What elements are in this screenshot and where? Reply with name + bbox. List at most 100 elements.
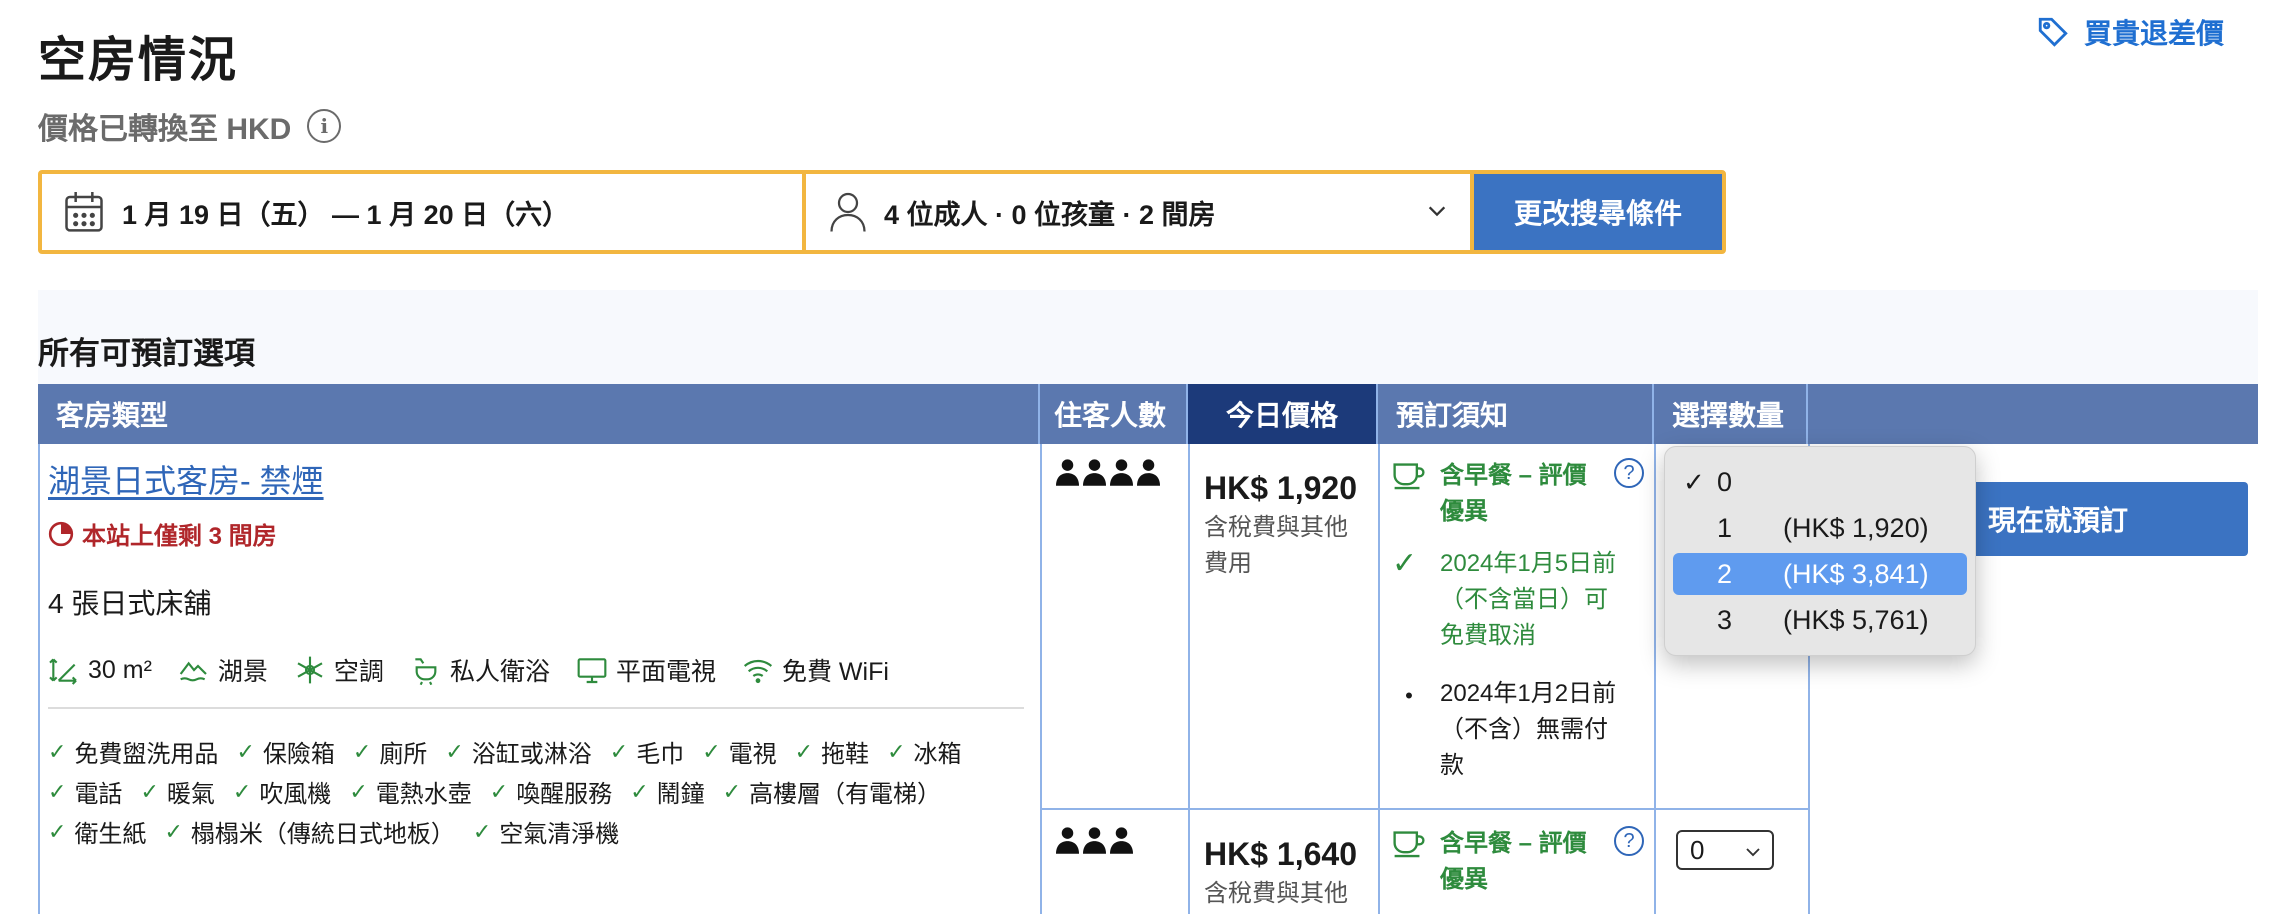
section-background bbox=[38, 290, 2258, 384]
price-match-link[interactable]: 買貴退差價 bbox=[2036, 12, 2224, 52]
facility-item: ✓ 鬧鐘 bbox=[630, 778, 705, 809]
option-price: HK$ 1,640 bbox=[1204, 836, 1357, 872]
amenity-lake-view: 湖景 bbox=[178, 652, 268, 688]
date-range-text: 1 月 19 日（五） — 1 月 20 日（六） bbox=[122, 199, 570, 230]
guest-count-3 bbox=[1056, 826, 1133, 854]
check-icon: ✓ bbox=[609, 738, 629, 764]
check-icon: ✓ bbox=[887, 738, 906, 764]
facility-row: ✓ 衛生紙 ✓ 榻榻米（傳統日式地板） ✓ 空氣清淨機 bbox=[48, 814, 619, 849]
check-icon: ✓ bbox=[1392, 547, 1418, 580]
option-price-note: 含稅費與其他費用 bbox=[1204, 514, 1348, 577]
facility-item: ✓ 冰箱 bbox=[887, 738, 962, 769]
search-bar: 1 月 19 日（五） — 1 月 20 日（六） 4 位成人 · 0 位孩童 … bbox=[38, 170, 1726, 254]
amenity-air-conditioning: 空調 bbox=[294, 652, 384, 688]
column-header-room-type: 客房類型 bbox=[38, 384, 1040, 444]
amenity-room-size: 30 m² bbox=[48, 654, 152, 686]
facility-row: ✓ 免費盥洗用品 ✓ 保險箱 ✓ 廁所 ✓ 浴缸或淋浴 ✓ 毛巾 ✓ 電視 ✓ 拖鞋 ✓ 冰箱 bbox=[48, 734, 962, 769]
check-icon: ✓ bbox=[164, 818, 183, 844]
change-search-button[interactable]: 更改搜尋條件 bbox=[1474, 174, 1722, 250]
table-border bbox=[38, 444, 40, 914]
check-icon: ✓ bbox=[352, 738, 372, 764]
tag-icon bbox=[2038, 17, 2068, 47]
breakfast-note: 含早餐 – 評價優異 bbox=[1392, 826, 1642, 898]
table-border bbox=[1040, 444, 1042, 914]
option-price: HK$ 1,920 bbox=[1204, 470, 1357, 506]
help-icon[interactable]: ? bbox=[1614, 458, 1644, 488]
currency-note: 價格已轉換至 HKD i bbox=[38, 104, 342, 148]
currency-note-text: 價格已轉換至 HKD bbox=[38, 113, 292, 146]
table-border bbox=[1378, 444, 1380, 914]
room-size-icon bbox=[49, 658, 77, 685]
check-icon: ✓ bbox=[794, 738, 814, 764]
air-conditioning-icon bbox=[297, 656, 323, 684]
facility-item: ✓ 免費盥洗用品 bbox=[48, 738, 219, 769]
cancellation-note: ✓ 2024年1月5日前（不含當日）可免費取消 bbox=[1392, 547, 1617, 650]
facility-item: ✓ 浴缸或淋浴 bbox=[445, 738, 592, 769]
amenity-flat-tv: 平面電視 bbox=[576, 652, 716, 688]
room-name-link[interactable]: 湖景日式客房- 禁煙 bbox=[48, 456, 324, 502]
check-icon: ✓ bbox=[472, 818, 492, 844]
person-icon bbox=[1056, 459, 1079, 486]
facility-item: ✓ 喚醒服務 bbox=[489, 778, 613, 809]
facility-item: ✓ 電熱水壺 bbox=[349, 778, 472, 809]
quantity-option-3[interactable]: 3 (HK$ 5,761) bbox=[1673, 599, 1967, 641]
facility-row: ✓ 電話 ✓ 暖氣 ✓ 吹風機 ✓ 電熱水壺 ✓ 喚醒服務 ✓ 鬧鐘 ✓ 高樓層（有電梯） bbox=[48, 774, 941, 809]
amenity-wifi: 免費 WiFi bbox=[742, 652, 889, 688]
breakfast-note: 含早餐 – 評價優異 bbox=[1392, 458, 1642, 530]
check-icon: ✓ bbox=[140, 778, 159, 804]
chevron-down-icon bbox=[1746, 848, 1760, 857]
person-icon bbox=[1137, 459, 1160, 486]
person-icon bbox=[830, 192, 866, 232]
bullet-icon: • bbox=[1405, 683, 1413, 708]
payment-note: • 2024年1月2日前（不含）無需付款 bbox=[1392, 676, 1642, 784]
check-icon: ✓ bbox=[48, 778, 67, 804]
amenity-list: 30 m² 湖景 空調 私人衛浴 平面電視 免費 WiFi bbox=[48, 652, 889, 688]
person-icon bbox=[1083, 459, 1106, 486]
option-price-note: 含稅費與其他 bbox=[1204, 880, 1348, 907]
facility-item: ✓ 廁所 bbox=[352, 738, 428, 769]
scarcity-text: 本站上僅剩 3 間房 bbox=[82, 523, 277, 550]
facility-item: ✓ 電視 bbox=[702, 738, 777, 769]
check-icon: ✓ bbox=[349, 778, 368, 804]
quantity-option-1[interactable]: 1 (HK$ 1,920) bbox=[1673, 507, 1967, 549]
check-icon: ✓ bbox=[48, 818, 67, 844]
coffee-cup-icon bbox=[1393, 831, 1425, 858]
column-header-notes: 預訂須知 bbox=[1378, 384, 1654, 444]
row-divider bbox=[1040, 808, 1808, 810]
wifi-icon bbox=[743, 659, 772, 684]
check-icon: ✓ bbox=[236, 738, 255, 764]
calendar-icon bbox=[65, 192, 103, 232]
facility-item: ✓ 衛生紙 bbox=[48, 818, 147, 849]
check-icon: ✓ bbox=[489, 778, 509, 804]
amenity-divider bbox=[48, 707, 1024, 709]
facility-item: ✓ 榻榻米（傳統日式地板） bbox=[164, 818, 455, 849]
quantity-select[interactable]: 0 bbox=[1676, 830, 1774, 870]
person-icon bbox=[1083, 827, 1106, 854]
quantity-option-0[interactable]: ✓ 0 bbox=[1673, 461, 1967, 503]
date-picker[interactable]: 1 月 19 日（五） — 1 月 20 日（六） bbox=[42, 174, 802, 250]
column-header-guests: 住客人數 bbox=[1040, 384, 1188, 444]
check-icon: ✓ bbox=[722, 778, 742, 804]
quantity-select-value: 0 bbox=[1690, 834, 1705, 865]
quantity-option-2[interactable]: 2 (HK$ 3,841) bbox=[1673, 553, 1967, 595]
guests-text: 4 位成人 · 0 位孩童 · 2 間房 bbox=[884, 199, 1216, 230]
check-icon: ✓ bbox=[445, 738, 464, 764]
check-icon: ✓ bbox=[48, 738, 67, 764]
bed-info: 4 張日式床舖 bbox=[48, 588, 212, 619]
quantity-dropdown: ✓ 0 1 (HK$ 1,920) 2 (HK$ 3,841) 3 (HK$ 5… bbox=[1664, 446, 1976, 656]
guests-selector[interactable]: 4 位成人 · 0 位孩童 · 2 間房 bbox=[806, 174, 1470, 250]
check-icon: ✓ bbox=[630, 778, 649, 804]
help-icon[interactable]: ? bbox=[1614, 826, 1644, 856]
check-icon: ✓ bbox=[702, 738, 721, 764]
person-icon bbox=[1110, 827, 1133, 854]
facility-item: ✓ 毛巾 bbox=[609, 738, 685, 769]
private-bathroom-icon bbox=[415, 658, 437, 686]
facility-item: ✓ 高樓層（有電梯） bbox=[722, 778, 942, 809]
person-icon bbox=[1056, 827, 1079, 854]
facility-item: ✓ 拖鞋 bbox=[794, 738, 870, 769]
info-icon[interactable]: i bbox=[307, 109, 342, 143]
pie-clock-icon bbox=[48, 521, 74, 546]
person-icon bbox=[1110, 459, 1133, 486]
column-header-quantity: 選擇數量 bbox=[1654, 384, 1808, 444]
coffee-cup-icon bbox=[1393, 463, 1425, 490]
